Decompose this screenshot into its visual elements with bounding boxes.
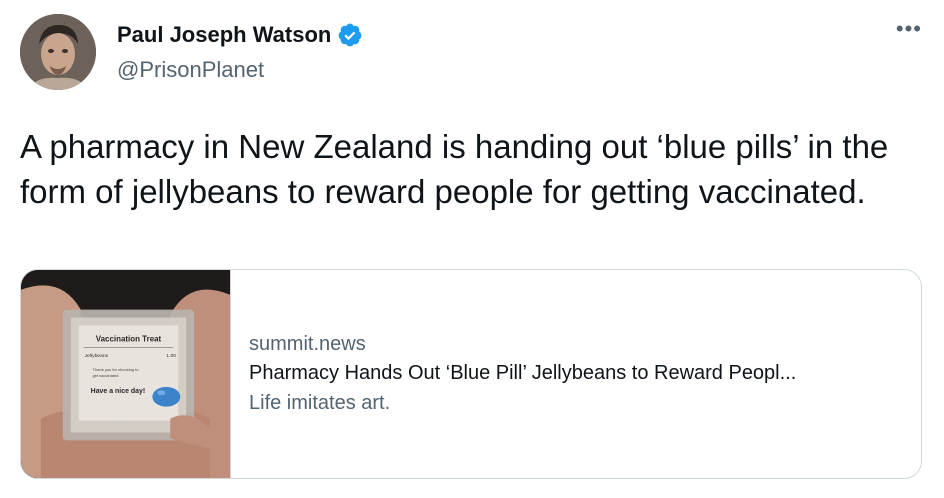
profile-photo-icon bbox=[20, 14, 96, 90]
jellybean-packet-image: Vaccination Treat Jellybeans 1.00 Thank … bbox=[21, 270, 230, 478]
more-options-icon[interactable]: ••• bbox=[896, 18, 922, 40]
card-description: Life imitates art. bbox=[249, 392, 391, 414]
thumbnail-line-3: Thank you for choosing to bbox=[93, 367, 140, 372]
author-handle[interactable]: @PrisonPlanet bbox=[117, 57, 264, 83]
tweet: Paul Joseph Watson @PrisonPlanet ••• A p… bbox=[0, 0, 944, 498]
avatar[interactable] bbox=[20, 14, 96, 90]
verified-badge-icon bbox=[337, 22, 363, 48]
card-thumbnail[interactable]: Vaccination Treat Jellybeans 1.00 Thank … bbox=[21, 270, 231, 478]
thumbnail-label: Vaccination Treat bbox=[96, 334, 162, 343]
author-name-row[interactable]: Paul Joseph Watson bbox=[117, 22, 363, 48]
display-name[interactable]: Paul Joseph Watson bbox=[117, 22, 331, 48]
card-body[interactable]: summit.news Pharmacy Hands Out ‘Blue Pil… bbox=[231, 270, 921, 478]
tweet-text: A pharmacy in New Zealand is handing out… bbox=[20, 128, 889, 210]
thumbnail-line-2: 1.00 bbox=[166, 353, 176, 359]
thumbnail-line-5: Have a nice day! bbox=[91, 388, 146, 395]
card-title[interactable]: Pharmacy Hands Out ‘Blue Pill’ Jellybean… bbox=[249, 358, 899, 388]
link-card[interactable]: Vaccination Treat Jellybeans 1.00 Thank … bbox=[20, 269, 922, 479]
thumbnail-line-4: get vaccinated bbox=[93, 373, 119, 378]
thumbnail-line-1: Jellybeans bbox=[85, 353, 109, 359]
card-domain: summit.news bbox=[249, 333, 366, 355]
